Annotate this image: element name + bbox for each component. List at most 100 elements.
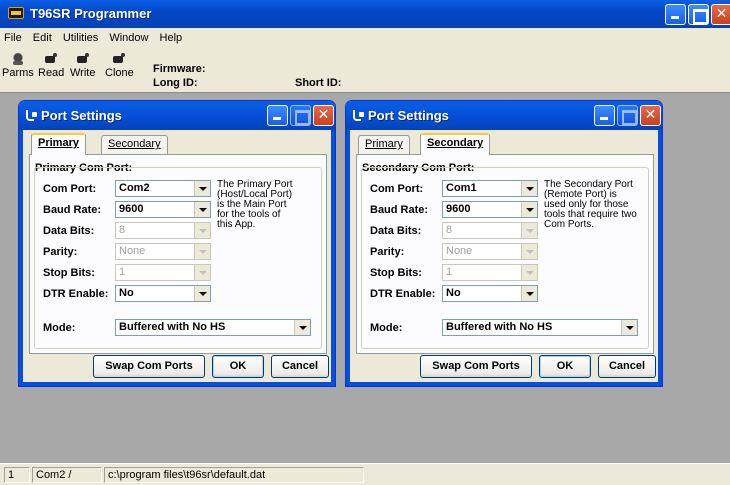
status-cell-ports: Com2 / Com1 xyxy=(32,467,102,485)
tab-panel: Primary Com Port: Com Port: Com2 Baud Ra… xyxy=(29,154,327,354)
com-port-label: Com Port: xyxy=(43,183,97,195)
baud-rate-label: Baud Rate: xyxy=(43,204,102,216)
data-bits-label: Data Bits: xyxy=(43,225,95,237)
menu-edit[interactable]: Edit xyxy=(33,28,52,48)
app-chip-icon xyxy=(8,7,24,19)
cancel-button[interactable]: Cancel xyxy=(271,355,329,378)
chevron-down-icon xyxy=(521,244,537,259)
long-id-label: Long ID: xyxy=(153,77,198,89)
dialog-maximize-button[interactable] xyxy=(290,105,311,126)
ok-button[interactable]: OK xyxy=(212,355,264,378)
mode-label: Mode: xyxy=(43,322,76,334)
data-bits-select: 8 xyxy=(442,222,538,239)
read-button[interactable]: Read xyxy=(38,52,64,79)
tab-panel: Secondary Com Port: Com Port: Com1 Baud … xyxy=(356,154,654,354)
chevron-down-icon xyxy=(521,265,537,280)
menu-help[interactable]: Help xyxy=(160,28,183,48)
stop-bits-label: Stop Bits: xyxy=(43,267,95,279)
com-port-label: Com Port: xyxy=(370,183,424,195)
dialog-title: Port Settings xyxy=(368,108,449,123)
parms-label: Parms xyxy=(2,67,34,79)
com-port-groupbox: Com Port: Com1 Baud Rate: 9600 Data Bits… xyxy=(361,167,649,349)
dialog-title: Port Settings xyxy=(41,108,122,123)
chevron-down-icon xyxy=(194,202,210,217)
serial-port-icon xyxy=(25,109,39,121)
dialog-body: Primary Secondary Primary Com Port: Com … xyxy=(23,130,331,382)
data-bits-label: Data Bits: xyxy=(370,225,422,237)
close-icon: ✕ xyxy=(644,107,657,123)
parms-button[interactable]: Parms xyxy=(2,52,34,79)
minimize-icon xyxy=(595,106,614,125)
chevron-down-icon xyxy=(621,320,637,335)
tab-secondary[interactable]: Secondary xyxy=(101,135,168,154)
baud-rate-select[interactable]: 9600 xyxy=(442,201,538,218)
stop-bits-label: Stop Bits: xyxy=(370,267,422,279)
toolbar: Parms Read Write Clone Firmware: Long ID… xyxy=(0,48,730,92)
dialog-maximize-button[interactable] xyxy=(617,105,638,126)
data-bits-select: 8 xyxy=(115,222,211,239)
chevron-down-icon xyxy=(521,223,537,238)
clone-button[interactable]: Clone xyxy=(105,52,134,79)
minimize-icon xyxy=(666,5,685,24)
chevron-down-icon xyxy=(521,202,537,217)
minimize-icon xyxy=(268,106,287,125)
port-settings-dialog-primary: Port Settings ✕ Primary Secondary Primar… xyxy=(18,100,336,387)
mode-label: Mode: xyxy=(370,322,403,334)
dialog-title-bar[interactable]: Port Settings ✕ xyxy=(19,101,335,130)
ok-button[interactable]: OK xyxy=(539,355,591,378)
firmware-label: Firmware: xyxy=(153,63,206,75)
minimize-button[interactable] xyxy=(665,4,686,25)
menu-utilities[interactable]: Utilities xyxy=(63,28,98,48)
menu-window[interactable]: Window xyxy=(109,28,148,48)
status-cell-index: 1 xyxy=(4,467,30,483)
swap-com-ports-button[interactable]: Swap Com Ports xyxy=(420,355,532,378)
cancel-button[interactable]: Cancel xyxy=(598,355,656,378)
serial-port-icon xyxy=(352,109,366,121)
port-description: The Primary Port (Host/Local Port) is th… xyxy=(217,179,293,230)
read-label: Read xyxy=(38,67,65,79)
dtr-enable-label: DTR Enable: xyxy=(370,288,436,300)
tab-secondary[interactable]: Secondary xyxy=(420,133,491,155)
menu-bar: File Edit Utilities Window Help xyxy=(0,28,730,48)
app-title-bar[interactable]: T96SR Programmer ✕ xyxy=(0,0,730,28)
parms-icon xyxy=(10,52,25,66)
dtr-enable-select[interactable]: No xyxy=(442,285,538,302)
close-icon: ✕ xyxy=(317,107,330,123)
dialog-close-button[interactable]: ✕ xyxy=(640,105,661,126)
clone-label: Clone xyxy=(105,67,134,79)
parity-label: Parity: xyxy=(370,246,405,258)
chevron-down-icon xyxy=(521,181,537,196)
port-settings-dialog-secondary: Port Settings ✕ Primary Secondary Second… xyxy=(345,100,663,387)
menu-file[interactable]: File xyxy=(4,28,22,48)
dialog-minimize-button[interactable] xyxy=(267,105,288,126)
dialog-title-bar[interactable]: Port Settings ✕ xyxy=(346,101,662,130)
dialog-minimize-button[interactable] xyxy=(594,105,615,126)
maximize-icon xyxy=(689,5,708,24)
tab-primary[interactable]: Primary xyxy=(31,133,86,155)
maximize-button[interactable] xyxy=(688,4,709,25)
chevron-down-icon xyxy=(194,181,210,196)
dtr-enable-select[interactable]: No xyxy=(115,285,211,302)
com-port-select[interactable]: Com2 xyxy=(115,180,211,197)
dialog-body: Primary Secondary Secondary Com Port: Co… xyxy=(350,130,658,382)
close-button[interactable]: ✕ xyxy=(711,4,730,25)
chevron-down-icon xyxy=(194,223,210,238)
chevron-down-icon xyxy=(521,286,537,301)
dialog-close-button[interactable]: ✕ xyxy=(313,105,334,126)
short-id-label: Short ID: xyxy=(295,77,342,89)
chevron-down-icon xyxy=(194,244,210,259)
com-port-select[interactable]: Com1 xyxy=(442,180,538,197)
maximize-icon xyxy=(618,106,637,125)
port-description: The Secondary Port (Remote Port) is used… xyxy=(544,179,637,230)
write-chip-icon xyxy=(76,52,90,66)
stop-bits-select: 1 xyxy=(115,264,211,281)
status-bar: 1 Com2 / Com1 c:\program files\t96sr\def… xyxy=(0,463,730,485)
mode-select[interactable]: Buffered with No HS xyxy=(115,319,311,336)
baud-rate-select[interactable]: 9600 xyxy=(115,201,211,218)
mode-select[interactable]: Buffered with No HS xyxy=(442,319,638,336)
write-button[interactable]: Write xyxy=(70,52,95,79)
swap-com-ports-button[interactable]: Swap Com Ports xyxy=(93,355,205,378)
main-window: T96SR Programmer ✕ File Edit Utilities W… xyxy=(0,0,730,485)
tab-primary[interactable]: Primary xyxy=(358,135,410,154)
close-icon: ✕ xyxy=(715,6,728,22)
